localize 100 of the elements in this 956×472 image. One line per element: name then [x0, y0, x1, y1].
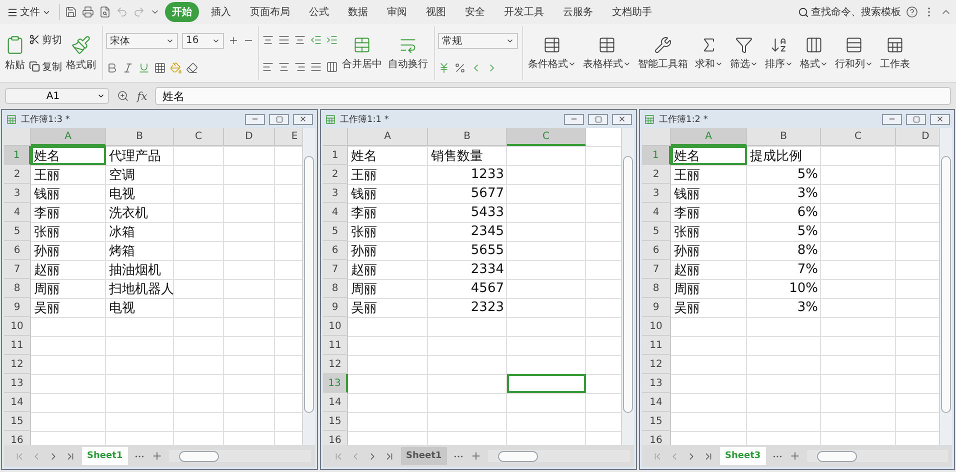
row-header[interactable]: 13: [642, 374, 671, 393]
align-left-icon[interactable]: [262, 60, 274, 72]
row-header[interactable]: 7: [642, 260, 671, 279]
column-header[interactable]: D: [224, 128, 275, 146]
row-header[interactable]: 10: [323, 317, 348, 336]
row-header[interactable]: 16: [642, 431, 671, 445]
row-header[interactable]: 4: [4, 203, 31, 222]
ribbon-tab[interactable]: 文档助手: [605, 2, 659, 22]
toolbar-button[interactable]: 工作表: [878, 26, 912, 80]
wrap-text-button[interactable]: 自动换行: [386, 26, 430, 80]
maximize-button[interactable]: [588, 114, 608, 124]
underline-icon[interactable]: [138, 62, 150, 74]
row-header[interactable]: 1: [323, 146, 348, 165]
name-box[interactable]: A1: [5, 88, 109, 104]
font-size-select[interactable]: 16: [182, 32, 224, 48]
row-header[interactable]: 12: [4, 355, 31, 374]
first-sheet-icon[interactable]: [652, 450, 663, 462]
row-header[interactable]: 14: [4, 393, 31, 412]
format-painter-button[interactable]: 格式刷: [64, 26, 98, 80]
bold-icon[interactable]: [106, 62, 118, 74]
toolbar-button[interactable]: 智能工具箱: [636, 26, 690, 80]
row-header[interactable]: 7: [4, 260, 31, 279]
maximize-button[interactable]: [906, 114, 926, 124]
row-header[interactable]: 9: [4, 298, 31, 317]
row-header[interactable]: 14: [642, 393, 671, 412]
function-button[interactable]: fx: [137, 90, 148, 102]
last-sheet-icon[interactable]: [384, 450, 395, 462]
row-header[interactable]: 13: [4, 374, 31, 393]
row-header[interactable]: 4: [642, 203, 671, 222]
row-header[interactable]: 11: [323, 336, 348, 355]
toolbar-button[interactable]: 求和: [693, 26, 725, 80]
toolbar-button[interactable]: 条件格式: [526, 26, 578, 80]
copy-button[interactable]: 复制: [29, 60, 62, 74]
row-header[interactable]: 6: [642, 241, 671, 260]
column-header[interactable]: C: [821, 128, 896, 146]
minimize-button[interactable]: [564, 114, 584, 124]
file-menu[interactable]: 文件: [4, 5, 54, 19]
print-preview-icon[interactable]: [99, 6, 111, 18]
row-header[interactable]: 15: [642, 412, 671, 431]
row-header[interactable]: 10: [642, 317, 671, 336]
align-right-icon[interactable]: [294, 60, 306, 72]
horizontal-scrollbar[interactable]: [168, 450, 311, 462]
ribbon-tab[interactable]: 页面布局: [243, 2, 297, 22]
row-header[interactable]: 3: [323, 184, 348, 203]
column-header[interactable]: B: [106, 128, 174, 146]
cut-button[interactable]: 剪切: [29, 32, 62, 46]
row-header[interactable]: 3: [642, 184, 671, 203]
row-header[interactable]: 10: [4, 317, 31, 336]
row-header[interactable]: 11: [642, 336, 671, 355]
row-header[interactable]: 15: [4, 412, 31, 431]
ribbon-tab[interactable]: 数据: [341, 2, 375, 22]
horizontal-scrollbar[interactable]: [806, 450, 948, 462]
ribbon-tab[interactable]: 视图: [419, 2, 453, 22]
column-header[interactable]: A: [348, 128, 428, 146]
close-button[interactable]: [293, 114, 313, 124]
row-header[interactable]: 5: [323, 222, 348, 241]
minimize-button[interactable]: [882, 114, 902, 124]
horizontal-scrollbar[interactable]: [488, 450, 630, 462]
minimize-button[interactable]: [245, 114, 265, 124]
active-cell[interactable]: [507, 374, 586, 393]
row-header[interactable]: 8: [323, 279, 348, 298]
ribbon-tab[interactable]: 开发工具: [497, 2, 551, 22]
row-header[interactable]: 3: [4, 184, 31, 203]
toolbar-button[interactable]: 行和列: [833, 26, 875, 80]
row-header[interactable]: 2: [4, 165, 31, 184]
row-header[interactable]: 2: [642, 165, 671, 184]
row-header[interactable]: 6: [323, 241, 348, 260]
row-header[interactable]: 5: [642, 222, 671, 241]
add-sheet-icon[interactable]: [470, 450, 482, 462]
font-select[interactable]: 宋体: [106, 32, 178, 48]
toolbar-button[interactable]: 排序: [763, 26, 795, 80]
row-header[interactable]: 14: [323, 393, 348, 412]
vertical-scrollbar[interactable]: [621, 128, 634, 445]
close-button[interactable]: [930, 114, 950, 124]
print-icon[interactable]: [82, 6, 94, 18]
command-search[interactable]: 查找命令、搜索模板: [798, 5, 901, 19]
zoom-icon[interactable]: [117, 90, 129, 102]
number-format-select[interactable]: 常规: [438, 32, 518, 48]
row-header[interactable]: 6: [4, 241, 31, 260]
sheet-tab[interactable]: Sheet1: [401, 447, 447, 465]
first-sheet-icon[interactable]: [14, 450, 25, 462]
redo-icon[interactable]: [133, 6, 145, 18]
column-header[interactable]: B: [428, 128, 507, 146]
undo-icon[interactable]: [116, 6, 128, 18]
row-header[interactable]: 12: [323, 355, 348, 374]
row-header[interactable]: 2: [323, 165, 348, 184]
row-header[interactable]: 9: [642, 298, 671, 317]
indent-increase-icon[interactable]: [326, 34, 338, 46]
justify-icon[interactable]: [310, 60, 322, 72]
row-header[interactable]: 11: [4, 336, 31, 355]
toolbar-button[interactable]: 筛选: [728, 26, 760, 80]
vertical-scrollbar[interactable]: [302, 128, 315, 445]
maximize-button[interactable]: [269, 114, 289, 124]
ribbon-tab[interactable]: 审阅: [380, 2, 414, 22]
vertical-scrollbar[interactable]: [939, 128, 952, 445]
add-sheet-icon[interactable]: [150, 450, 163, 462]
toolbar-button[interactable]: 格式: [798, 26, 830, 80]
last-sheet-icon[interactable]: [65, 450, 76, 462]
help-icon[interactable]: [906, 6, 918, 18]
save-icon[interactable]: [65, 6, 77, 18]
